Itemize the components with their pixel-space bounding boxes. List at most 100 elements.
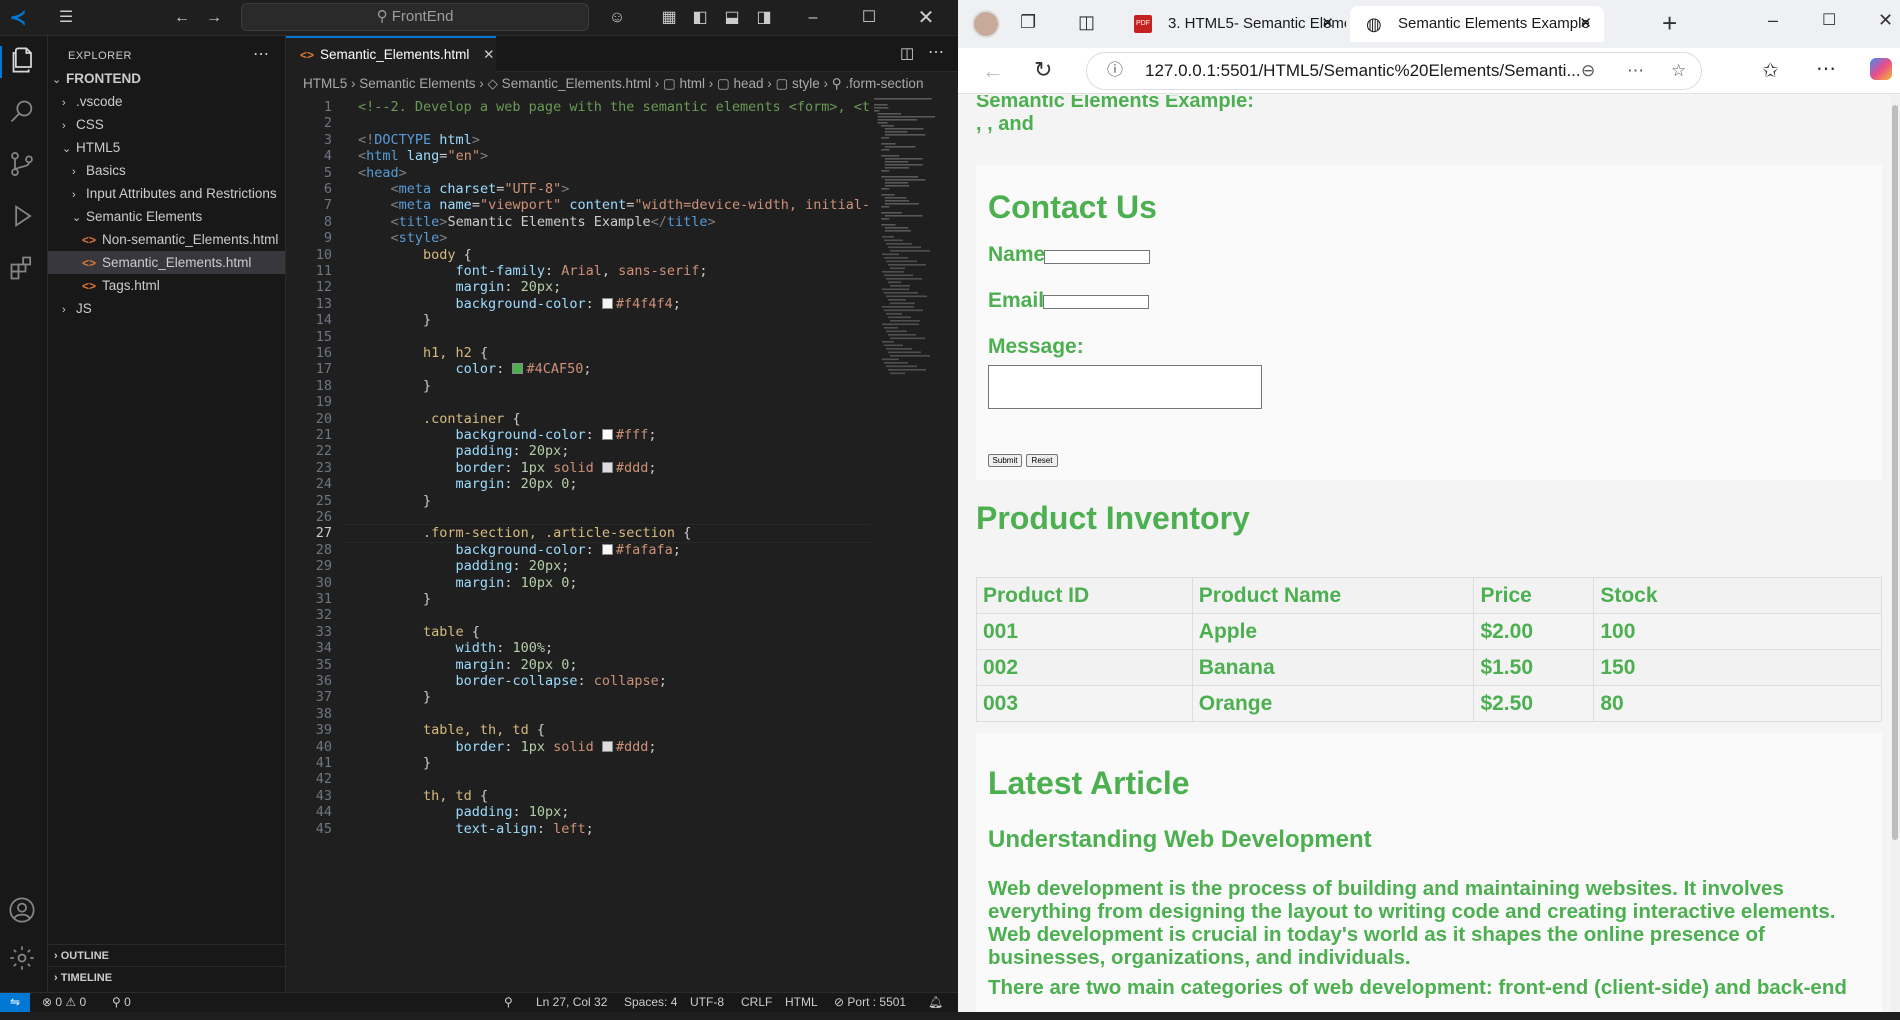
editor-more-actions-icon[interactable]: ⋯ — [928, 42, 944, 62]
settings-gear-icon[interactable] — [8, 944, 40, 976]
folder-item[interactable]: › CSS — [48, 113, 285, 136]
command-center-search[interactable]: ⚲ FrontEnd — [241, 3, 589, 31]
code-line: margin: 20px 0; — [455, 656, 578, 673]
line-number: 31 — [315, 591, 332, 607]
url-bar[interactable]: ⓘ 127.0.0.1:5501/HTML5/Semantic%20Elemen… — [1086, 52, 1702, 90]
search-icon[interactable] — [8, 98, 40, 130]
color-swatch[interactable] — [601, 461, 613, 473]
ports-indicator[interactable]: ⚲ 0 — [112, 993, 131, 1012]
file-item[interactable]: <> Non-semantic_Elements.html — [48, 228, 285, 251]
menu-icon[interactable]: ☰ — [54, 6, 78, 30]
maximize-icon[interactable]: ☐ — [857, 6, 881, 30]
line-number: 7 — [323, 197, 332, 214]
scroll-thumb[interactable] — [1892, 105, 1898, 840]
color-swatch[interactable] — [512, 363, 524, 375]
forward-arrow-icon[interactable]: → — [202, 6, 226, 30]
color-swatch[interactable] — [601, 740, 613, 752]
split-editor-icon[interactable]: ◫ — [900, 44, 914, 62]
email-input[interactable] — [1043, 295, 1149, 309]
table-cell: 100 — [1593, 613, 1882, 650]
close-tab-icon[interactable]: ✕ — [1579, 6, 1592, 42]
code-line: <title>Semantic Elements Example</title> — [390, 213, 716, 230]
cursor-position[interactable]: Ln 27, Col 32 — [536, 993, 607, 1012]
workspaces-icon[interactable]: ❐ — [1020, 12, 1036, 33]
message-textarea[interactable] — [988, 365, 1262, 409]
back-icon[interactable]: ← — [982, 58, 1004, 84]
name-input[interactable] — [1044, 250, 1150, 264]
toggle-panel-icon[interactable]: ⬓ — [720, 6, 744, 30]
encoding[interactable]: UTF-8 — [690, 993, 724, 1012]
reset-button[interactable]: Reset — [1026, 454, 1058, 467]
copilot-icon[interactable] — [1870, 58, 1892, 80]
browser-tab-semantic-elements[interactable]: ◍ Semantic Elements Example ✕ — [1350, 6, 1604, 42]
run-debug-icon[interactable] — [8, 202, 40, 234]
timeline-panel-header[interactable]: › TIMELINE — [48, 966, 286, 988]
favorites-icon[interactable]: ✩ — [1762, 58, 1779, 83]
minimize-icon[interactable]: – — [801, 6, 825, 30]
close-window-icon[interactable]: ✕ — [1878, 10, 1893, 31]
tab-semantic-elements[interactable]: <> Semantic_Elements.html ✕ — [286, 36, 496, 72]
color-swatch[interactable] — [601, 543, 613, 555]
toggle-primary-sidebar-icon[interactable]: ◧ — [688, 6, 712, 30]
refresh-icon[interactable]: ↻ — [1034, 57, 1052, 83]
line-ending[interactable]: CRLF — [741, 993, 772, 1012]
code-editor[interactable]: 1 <!--2. Develop a web page with the sema… — [286, 96, 870, 1020]
site-info-icon[interactable]: ⓘ — [1107, 53, 1123, 89]
breadcrumb[interactable]: HTML5 › Semantic Elements › ◇ Semantic_E… — [286, 72, 958, 96]
account-icon[interactable] — [8, 896, 40, 928]
explorer-icon[interactable] — [0, 46, 48, 78]
more-actions-icon[interactable]: ⋯ — [253, 44, 269, 64]
remote-indicator-icon[interactable]: ⇋ — [0, 993, 30, 1012]
table-header-cell: Price — [1473, 577, 1595, 614]
extensions-icon[interactable] — [8, 254, 40, 286]
indentation[interactable]: Spaces: 4 — [624, 993, 677, 1012]
folder-item[interactable]: ⌄ HTML5 — [48, 136, 285, 159]
zoom-icon[interactable]: ⚲ — [504, 993, 513, 1012]
profile-avatar[interactable] — [972, 10, 1000, 38]
copilot-icon[interactable]: ☺ — [605, 6, 629, 30]
folder-item[interactable]: ⌄ FRONTEND — [48, 67, 285, 90]
browser-tab-pdf[interactable]: PDF 3. HTML5- Semantic Elemen ✕ — [1120, 6, 1346, 42]
color-swatch[interactable] — [601, 297, 613, 309]
layout-customize-icon[interactable]: ▦ — [657, 6, 681, 30]
outline-panel-header[interactable]: › OUTLINE — [48, 944, 286, 966]
live-server-port[interactable]: ⊘ Port : 5501 — [834, 993, 906, 1012]
code-line: margin: 20px 0; — [455, 476, 578, 493]
folder-item[interactable]: › Basics — [48, 159, 285, 182]
notifications-bell-icon[interactable]: 🔔︎ — [928, 993, 943, 1012]
language-mode[interactable]: HTML — [785, 993, 818, 1012]
read-aloud-icon[interactable]: ⋯ — [1627, 53, 1644, 89]
browser-menu-icon[interactable]: ⋯ — [1816, 56, 1836, 81]
favorite-star-icon[interactable]: ☆ — [1671, 53, 1686, 89]
source-control-icon[interactable] — [8, 150, 40, 182]
file-item[interactable]: <> Tags.html — [48, 274, 285, 297]
close-tab-icon[interactable]: ✕ — [1321, 6, 1334, 42]
close-icon[interactable]: ✕ — [914, 6, 938, 30]
page-header-line1: Semantic Elements Example: — [976, 95, 1254, 112]
line-number: 13 — [315, 295, 332, 312]
code-line: } — [358, 492, 432, 509]
problems-indicator[interactable]: ⊗ 0 ⚠ 0 — [42, 993, 86, 1012]
article-section: Latest Article Understanding Web Develop… — [976, 733, 1882, 1012]
zoom-out-icon[interactable]: ⊖ — [1581, 53, 1595, 89]
tree-item-label: JS — [76, 301, 92, 316]
minimize-icon[interactable]: – — [1768, 10, 1778, 31]
page-scrollbar[interactable] — [1891, 95, 1900, 1012]
back-arrow-icon[interactable]: ← — [170, 6, 194, 30]
color-swatch[interactable] — [601, 429, 613, 440]
new-tab-icon[interactable]: + — [1662, 8, 1677, 39]
folder-item[interactable]: › Input Attributes and Restrictions — [48, 182, 285, 205]
minimap[interactable] — [872, 96, 958, 396]
toggle-secondary-sidebar-icon[interactable]: ◨ — [752, 6, 776, 30]
folder-item[interactable]: › JS — [48, 297, 285, 320]
line-number: 3 — [323, 131, 332, 148]
maximize-icon[interactable]: ☐ — [1822, 10, 1836, 30]
vertical-tabs-icon[interactable]: ◫ — [1078, 12, 1095, 33]
title-bar: ≺ ☰ ← → ⚲ FrontEnd ☺ ▦ ◧ ⬓ ◨ – ☐ ✕ — [0, 0, 958, 36]
close-tab-icon[interactable]: ✕ — [483, 47, 494, 62]
code-line: table, th, td { — [423, 722, 545, 739]
submit-button[interactable]: Submit — [988, 454, 1022, 467]
file-item[interactable]: <> Semantic_Elements.html — [48, 251, 285, 274]
folder-item[interactable]: ⌄ Semantic Elements — [48, 205, 285, 228]
folder-item[interactable]: › .vscode — [48, 90, 285, 113]
